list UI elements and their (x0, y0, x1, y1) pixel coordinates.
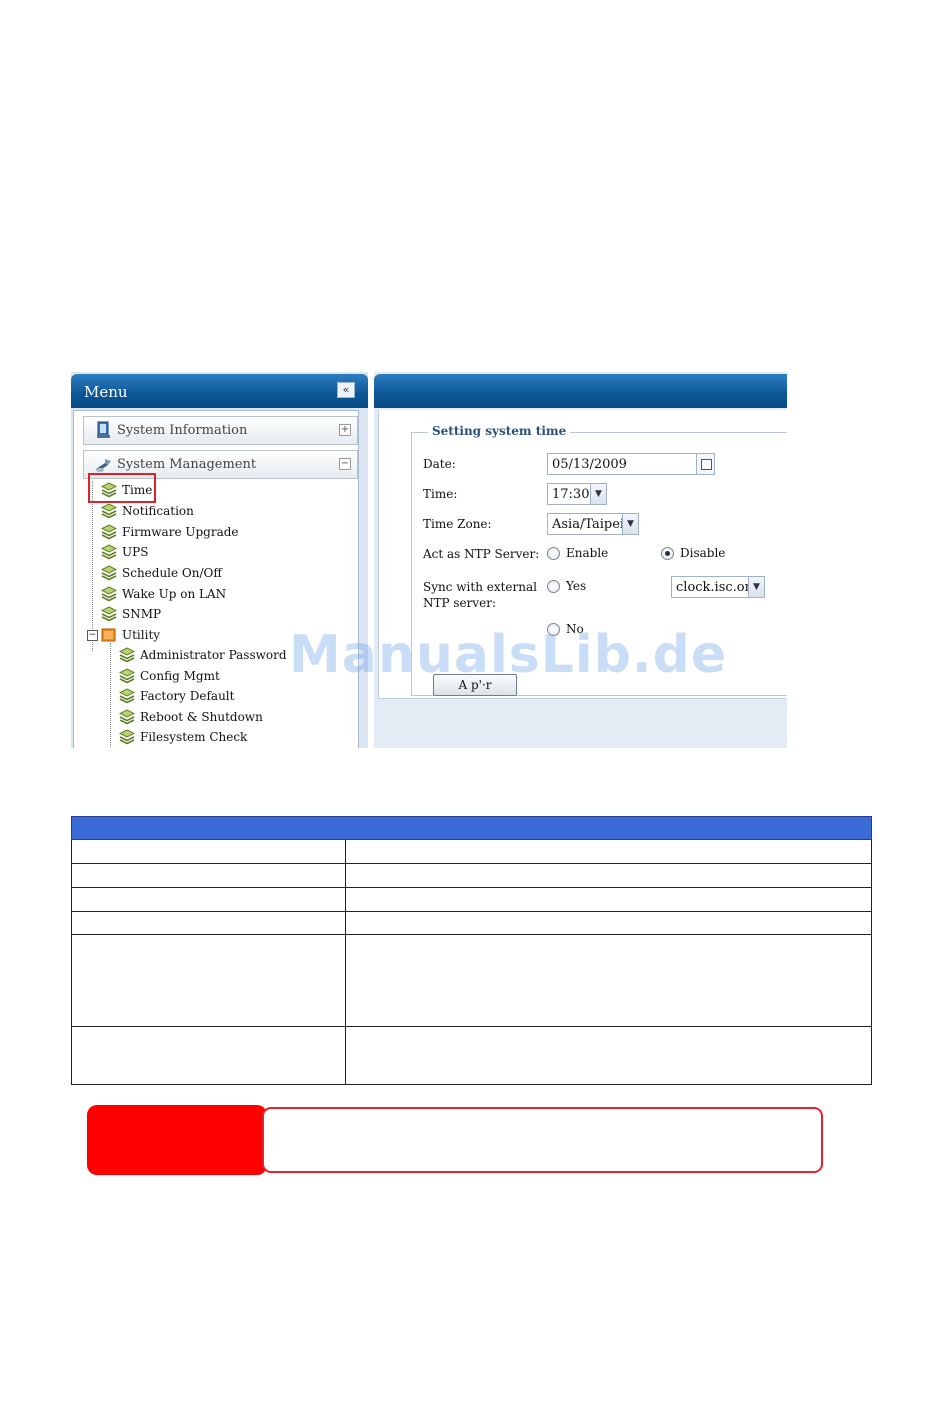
tree-item-label: SNMP (122, 607, 162, 621)
stack-icon (101, 524, 117, 540)
tree-item-label: Utility (122, 628, 161, 642)
menu-title: Menu (84, 383, 128, 401)
table-row (71, 1027, 872, 1085)
stack-icon (101, 503, 117, 519)
table-cell (72, 912, 346, 934)
chevron-down-icon[interactable]: ▼ (590, 483, 607, 505)
system-information-icon (97, 421, 110, 438)
table-cell (72, 888, 346, 911)
note-box (262, 1107, 823, 1173)
menu-panel: Menu « System Information + System Manag… (71, 372, 368, 748)
tree-item-label: Administrator Password (140, 648, 287, 662)
menu-header: Menu « (71, 374, 368, 408)
timezone-label: Time Zone: (423, 517, 492, 531)
ntp-disable-radio[interactable] (661, 547, 674, 560)
table-row (71, 840, 872, 864)
ntp-enable-radio[interactable] (547, 547, 560, 560)
tree-item-label: Factory Default (140, 689, 235, 703)
table-row (71, 935, 872, 1027)
tree-item-label: Notification (122, 504, 194, 518)
stack-icon (119, 709, 135, 725)
note-tag (87, 1105, 267, 1175)
tree-guide-line (92, 481, 93, 651)
collapse-menu-icon[interactable]: « (337, 382, 355, 398)
stack-icon (101, 586, 117, 602)
stack-icon (119, 688, 135, 704)
sync-no-radio[interactable] (547, 623, 560, 636)
chevron-down-icon[interactable]: ▼ (748, 576, 765, 598)
tree-item-label: Schedule On/Off (122, 566, 222, 580)
content-header (374, 374, 787, 408)
stack-icon (101, 606, 117, 622)
ntp-disable-label: Disable (680, 546, 726, 560)
utility-folder-icon (101, 628, 116, 642)
expand-icon[interactable]: + (339, 424, 351, 436)
calendar-icon[interactable] (696, 453, 715, 475)
section-system-information[interactable]: System Information + (83, 416, 358, 445)
tree-item-label: Wake Up on LAN (122, 587, 227, 601)
table-row (71, 864, 872, 888)
sync-ntp-label-line1: Sync with external (423, 580, 537, 594)
ntp-enable-label: Enable (566, 546, 609, 560)
timezone-select[interactable]: Asia/Taipei (547, 513, 624, 535)
sync-yes-label: Yes (566, 579, 587, 593)
stack-icon (119, 647, 135, 663)
date-input[interactable]: 05/13/2009 (547, 453, 697, 475)
tree-item-label: Reboot & Shutdown (140, 710, 263, 724)
stack-icon (101, 565, 117, 581)
system-management-icon (96, 459, 111, 472)
time-select[interactable]: 17:30 (547, 483, 591, 505)
chevron-down-icon[interactable]: ▼ (622, 513, 639, 535)
utility-collapse-icon[interactable]: − (87, 630, 98, 641)
content-panel: Setting system time Date: 05/13/2009 Tim… (374, 372, 787, 748)
section-label: System Management (117, 457, 257, 472)
stack-icon (101, 544, 117, 560)
sync-no-label: No (566, 622, 584, 636)
apply-button[interactable]: A p'·r (433, 674, 517, 696)
time-highlight-box (88, 473, 156, 503)
fieldset-legend: Setting system time (428, 424, 571, 438)
sync-ntp-label-line2: NTP server: (423, 596, 497, 610)
tree-item-label: Config Mgmt (140, 669, 220, 683)
menu-body: System Information + System Management −… (73, 410, 359, 748)
stack-icon (119, 729, 135, 745)
tree-item-label: Filesystem Check (140, 730, 248, 744)
time-label: Time: (423, 487, 458, 501)
content-body: Setting system time Date: 05/13/2009 Tim… (378, 410, 787, 699)
table-cell (72, 935, 346, 1026)
tree-item-label: Firmware Upgrade (122, 525, 239, 539)
ntp-server-label: Act as NTP Server: (423, 547, 540, 561)
time-settings-fieldset: Setting system time Date: 05/13/2009 Tim… (411, 424, 787, 696)
collapse-icon[interactable]: − (339, 458, 351, 470)
table-row (71, 912, 872, 935)
table-row (71, 888, 872, 912)
table-header (71, 816, 872, 840)
tree-item-label: UPS (122, 545, 149, 559)
section-label: System Information (117, 423, 248, 438)
nas-admin-screenshot: Menu « System Information + System Manag… (71, 372, 787, 748)
date-label: Date: (423, 457, 456, 471)
ntp-host-select[interactable]: clock.isc.org (671, 576, 759, 598)
stack-icon (119, 668, 135, 684)
table-cell (72, 864, 346, 887)
tree-guide-line (110, 643, 111, 748)
table-cell (72, 1027, 346, 1084)
table-cell (72, 840, 346, 863)
sync-yes-radio[interactable] (547, 580, 560, 593)
